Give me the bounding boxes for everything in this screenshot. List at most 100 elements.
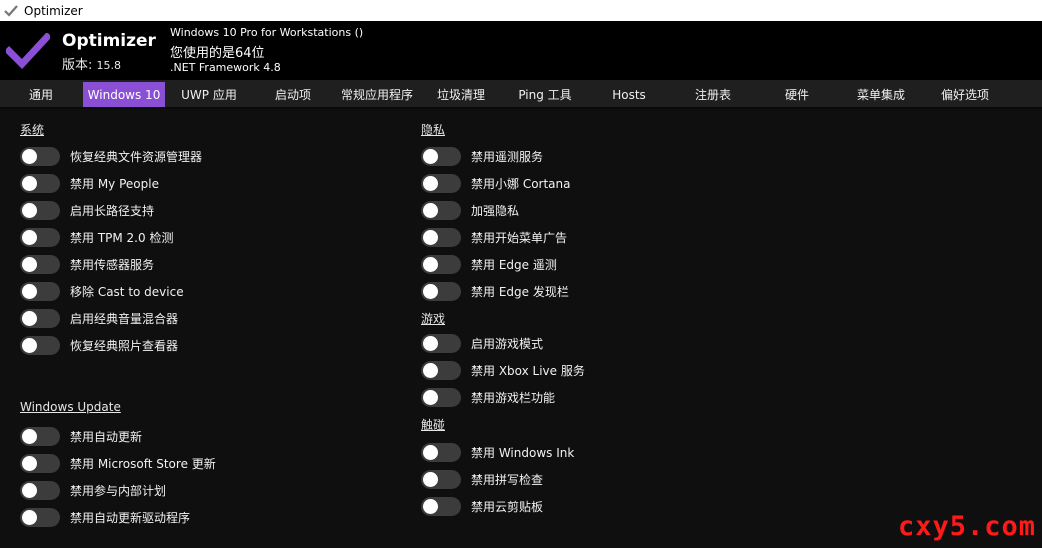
option-item[interactable]: 禁用拼写检查	[421, 469, 543, 489]
option-item[interactable]: 禁用开始菜单广告	[421, 227, 567, 247]
option-item[interactable]: 启用长路径支持	[20, 200, 154, 220]
toggle-switch[interactable]	[20, 227, 60, 247]
framework-info: .NET Framework 4.8	[170, 61, 281, 74]
option-label: 启用游戏模式	[471, 336, 544, 351]
toggle-knob	[423, 283, 438, 299]
tab-preferences[interactable]: 偏好选项	[923, 82, 1007, 107]
toggle-knob	[423, 498, 438, 514]
toggle-knob	[423, 229, 438, 245]
toggle-switch[interactable]	[421, 387, 461, 407]
option-item[interactable]: 禁用 Microsoft Store 更新	[20, 453, 216, 473]
tab-hardware[interactable]: 硬件	[755, 82, 839, 107]
toggle-switch[interactable]	[20, 254, 60, 274]
version-number: 15.8	[96, 59, 122, 72]
section-title-system: 系统	[20, 123, 45, 137]
tab-startup[interactable]: 启动项	[251, 82, 335, 107]
option-label: 禁用自动更新	[70, 429, 143, 444]
toggle-switch[interactable]	[421, 281, 461, 301]
option-item[interactable]: 移除 Cast to device	[20, 281, 184, 301]
window-titlebar: Optimizer	[0, 0, 1042, 21]
os-name: Windows 10 Pro for Workstations ()	[170, 26, 364, 39]
option-item[interactable]: 禁用遥测服务	[421, 146, 543, 166]
option-label: 加强隐私	[471, 203, 520, 218]
toggle-switch[interactable]	[20, 426, 60, 446]
toggle-knob	[22, 310, 37, 326]
option-item[interactable]: 启用经典音量混合器	[20, 308, 178, 328]
option-item[interactable]: 禁用 Xbox Live 服务	[421, 360, 585, 380]
toggle-knob	[22, 256, 37, 272]
option-label: 禁用 My People	[70, 176, 159, 191]
section-title-windows-update: Windows Update	[20, 400, 121, 414]
bitness-info: 您使用的是64位	[170, 46, 265, 61]
option-label: 禁用参与内部计划	[70, 483, 167, 498]
checkmark-icon	[4, 4, 18, 18]
option-item[interactable]: 禁用 Edge 遥测	[421, 254, 557, 274]
option-item[interactable]: 禁用 My People	[20, 173, 159, 193]
option-item[interactable]: 禁用小娜 Cortana	[421, 173, 571, 193]
option-item[interactable]: 禁用自动更新驱动程序	[20, 507, 190, 527]
option-label: 启用经典音量混合器	[70, 311, 179, 326]
tab-registry[interactable]: 注册表	[671, 82, 755, 107]
tab-apps[interactable]: 常规应用程序	[335, 82, 419, 107]
section-title-gaming: 游戏	[421, 312, 446, 326]
option-item[interactable]: 禁用 Edge 发现栏	[421, 281, 569, 301]
toggle-switch[interactable]	[421, 360, 461, 380]
option-item[interactable]: 禁用 TPM 2.0 检测	[20, 227, 173, 247]
option-item[interactable]: 禁用 Windows Ink	[421, 442, 574, 462]
toggle-switch[interactable]	[421, 254, 461, 274]
toggle-knob	[423, 256, 438, 272]
option-label: 禁用拼写检查	[471, 472, 544, 487]
toggle-knob	[423, 389, 438, 405]
toggle-switch[interactable]	[421, 173, 461, 193]
toggle-switch[interactable]	[20, 480, 60, 500]
toggle-switch[interactable]	[421, 227, 461, 247]
tab-windows10[interactable]: Windows 10	[83, 82, 165, 107]
tab-cleaner[interactable]: 垃圾清理	[419, 82, 503, 107]
toggle-switch[interactable]	[20, 507, 60, 527]
window-title: Optimizer	[24, 3, 83, 18]
toggle-switch[interactable]	[20, 173, 60, 193]
option-item[interactable]: 恢复经典文件资源管理器	[20, 146, 202, 166]
section-title-touch: 触碰	[421, 418, 446, 432]
logo-checkmark-icon	[6, 33, 50, 69]
toggle-switch[interactable]	[20, 335, 60, 355]
option-label: 禁用遥测服务	[471, 149, 544, 164]
watermark: cxy5.com	[897, 511, 1036, 542]
tab-general[interactable]: 通用	[0, 82, 82, 107]
toggle-switch[interactable]	[20, 453, 60, 473]
option-item[interactable]: 恢复经典照片查看器	[20, 335, 178, 355]
toggle-switch[interactable]	[20, 200, 60, 220]
toggle-switch[interactable]	[20, 308, 60, 328]
toggle-knob	[22, 428, 37, 444]
option-label: 禁用传感器服务	[70, 257, 155, 272]
option-item[interactable]: 禁用游戏栏功能	[421, 387, 555, 407]
toggle-switch[interactable]	[421, 333, 461, 353]
tab-hosts[interactable]: Hosts	[587, 82, 671, 107]
tab-menu-integration[interactable]: 菜单集成	[839, 82, 923, 107]
toggle-knob	[22, 509, 37, 525]
option-label: 禁用 Edge 发现栏	[471, 284, 569, 299]
toggle-switch[interactable]	[421, 496, 461, 516]
option-item[interactable]: 加强隐私	[421, 200, 519, 220]
app-name: Optimizer	[62, 31, 156, 51]
toggle-knob	[22, 202, 37, 218]
toggle-knob	[22, 482, 37, 498]
toggle-switch[interactable]	[421, 200, 461, 220]
option-item[interactable]: 禁用自动更新	[20, 426, 142, 446]
option-item[interactable]: 禁用云剪贴板	[421, 496, 543, 516]
tab-uwp[interactable]: UWP 应用	[167, 82, 251, 107]
option-item[interactable]: 禁用参与内部计划	[20, 480, 166, 500]
option-item[interactable]: 禁用传感器服务	[20, 254, 154, 274]
toggle-switch[interactable]	[421, 146, 461, 166]
toggle-switch[interactable]	[20, 281, 60, 301]
toggle-knob	[423, 335, 438, 351]
tab-ping[interactable]: Ping 工具	[503, 82, 587, 107]
option-label: 移除 Cast to device	[70, 284, 184, 299]
option-label: 禁用 TPM 2.0 检测	[70, 230, 174, 245]
toggle-knob	[22, 148, 37, 164]
toggle-switch[interactable]	[421, 469, 461, 489]
toggle-switch[interactable]	[20, 146, 60, 166]
toggle-knob	[423, 444, 438, 460]
option-item[interactable]: 启用游戏模式	[421, 333, 543, 353]
toggle-switch[interactable]	[421, 442, 461, 462]
